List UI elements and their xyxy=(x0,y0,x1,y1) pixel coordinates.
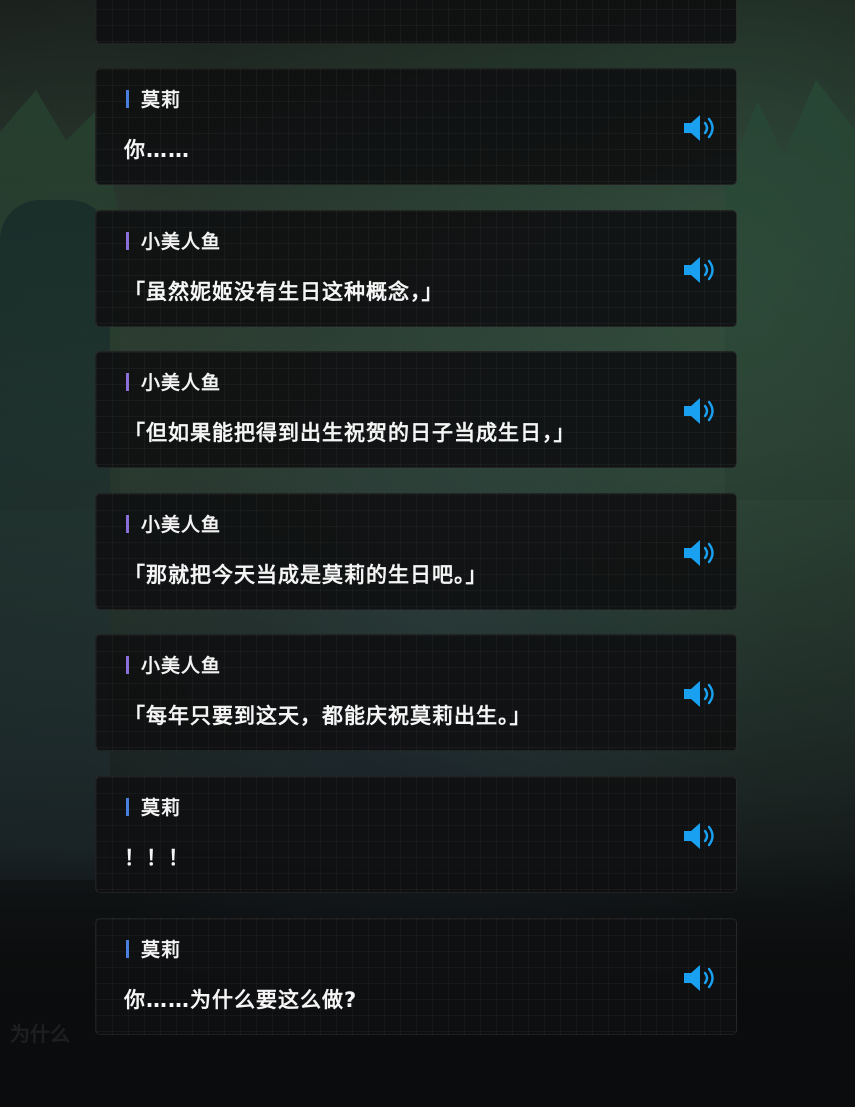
dialogue-card: 小美人鱼 「每年只要到这天，都能庆祝莫莉出生。」 xyxy=(95,634,737,751)
speaker-volume-icon xyxy=(684,823,714,849)
dialogue-card: 莫莉 你……为什么要这么做? xyxy=(95,918,737,1035)
dialogue-text: 你……为什么要这么做? xyxy=(124,988,358,1012)
speaker-accent-bar xyxy=(126,797,129,816)
speaker-volume-icon xyxy=(684,540,714,566)
dialogue-text: 「那就把今天当成是莫莉的生日吧。」 xyxy=(124,563,488,587)
dialogue-card: 莫莉 你…… xyxy=(95,68,737,185)
dialogue-text: 「每年只要到这天，都能庆祝莫莉出生。」 xyxy=(124,704,532,728)
speaker-name: 小美人鱼 xyxy=(141,372,222,394)
speaker-name: 莫莉 xyxy=(141,939,182,961)
dialogue-text: 你…… xyxy=(124,138,190,162)
dialogue-card-partial xyxy=(95,0,737,44)
speaker-volume-icon xyxy=(684,965,714,991)
speaker-tag: 小美人鱼 xyxy=(126,510,221,537)
speaker-tag: 小美人鱼 xyxy=(126,651,221,678)
dialogue-card: 莫莉 ！！！ xyxy=(95,776,737,893)
speaker-volume-icon xyxy=(684,257,714,283)
voice-play-button[interactable] xyxy=(683,538,721,568)
speaker-volume-icon xyxy=(684,681,714,707)
dialogue-card: 小美人鱼 「但如果能把得到出生祝贺的日子当成生日，」 xyxy=(95,351,737,468)
speaker-volume-icon xyxy=(684,398,714,424)
speaker-accent-bar xyxy=(126,231,129,250)
speaker-accent-bar xyxy=(126,939,129,958)
voice-play-button[interactable] xyxy=(683,396,721,426)
speaker-name: 小美人鱼 xyxy=(141,655,222,677)
voice-play-button[interactable] xyxy=(683,255,721,285)
dialogue-card: 小美人鱼 「那就把今天当成是莫莉的生日吧。」 xyxy=(95,493,737,610)
speaker-tag: 小美人鱼 xyxy=(126,227,221,254)
speaker-name: 小美人鱼 xyxy=(141,514,222,536)
voice-play-button[interactable] xyxy=(683,113,721,143)
dialogue-text: 「虽然妮姬没有生日这种概念，」 xyxy=(124,280,444,304)
speaker-volume-icon xyxy=(684,115,714,141)
speaker-tag: 莫莉 xyxy=(126,793,181,820)
forest-right xyxy=(725,80,855,500)
speaker-name: 小美人鱼 xyxy=(141,231,222,253)
speaker-name: 莫莉 xyxy=(141,89,182,111)
speaker-tag: 莫莉 xyxy=(126,85,181,112)
speaker-tag: 小美人鱼 xyxy=(126,368,221,395)
background-subtitle: 为什么 xyxy=(10,1022,70,1046)
voice-play-button[interactable] xyxy=(683,821,721,851)
dialogue-card: 小美人鱼 「虽然妮姬没有生日这种概念，」 xyxy=(95,210,737,327)
speaker-accent-bar xyxy=(126,514,129,533)
voice-play-button[interactable] xyxy=(683,963,721,993)
speaker-tag: 莫莉 xyxy=(126,935,181,962)
voice-play-button[interactable] xyxy=(683,679,721,709)
speaker-accent-bar xyxy=(126,372,129,391)
speaker-accent-bar xyxy=(126,89,129,108)
speaker-accent-bar xyxy=(126,655,129,674)
dialogue-text: ！！！ xyxy=(124,846,190,870)
speaker-name: 莫莉 xyxy=(141,797,182,819)
dialogue-text: 「但如果能把得到出生祝贺的日子当成生日，」 xyxy=(124,421,576,445)
character-silhouette xyxy=(0,200,110,880)
